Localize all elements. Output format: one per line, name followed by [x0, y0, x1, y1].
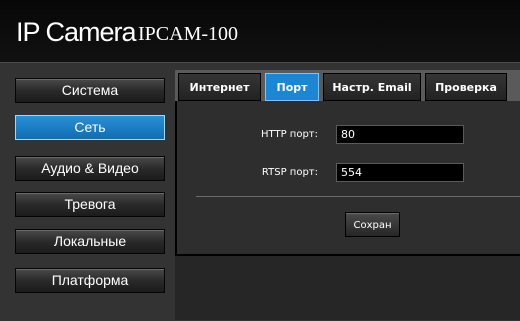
rtsp-port-label: RTSP порт: [261, 167, 318, 178]
rtsp-port-input[interactable] [336, 163, 464, 182]
model-name: IPCAM-100 [138, 23, 239, 45]
tab-port[interactable]: Порт [265, 73, 319, 101]
tab-check[interactable]: Проверка [425, 73, 507, 101]
panel-bottom-area [175, 256, 520, 320]
http-port-input[interactable] [336, 125, 464, 144]
sidebar-item-network[interactable]: Сеть [15, 115, 165, 140]
tab-email-settings[interactable]: Настр. Email [323, 73, 421, 101]
sidebar-item-platform[interactable]: Платформа [15, 268, 165, 293]
app-header: IP Camera IPCAM-100 [0, 0, 520, 62]
sidebar-item-alarm[interactable]: Тревога [15, 192, 165, 217]
tab-bar: Интернет Порт Настр. Email Проверка [175, 70, 520, 101]
sidebar-item-system[interactable]: Система [15, 78, 165, 103]
sidebar-item-audio-video[interactable]: Аудио & Видео [15, 156, 165, 181]
sidebar-item-local[interactable]: Локальные [15, 229, 165, 254]
form-divider [196, 196, 520, 197]
tab-internet[interactable]: Интернет [178, 73, 261, 101]
save-button[interactable]: Сохран [345, 212, 400, 237]
brand-title: IP Camera [16, 17, 137, 47]
http-port-label: HTTP порт: [261, 129, 318, 140]
